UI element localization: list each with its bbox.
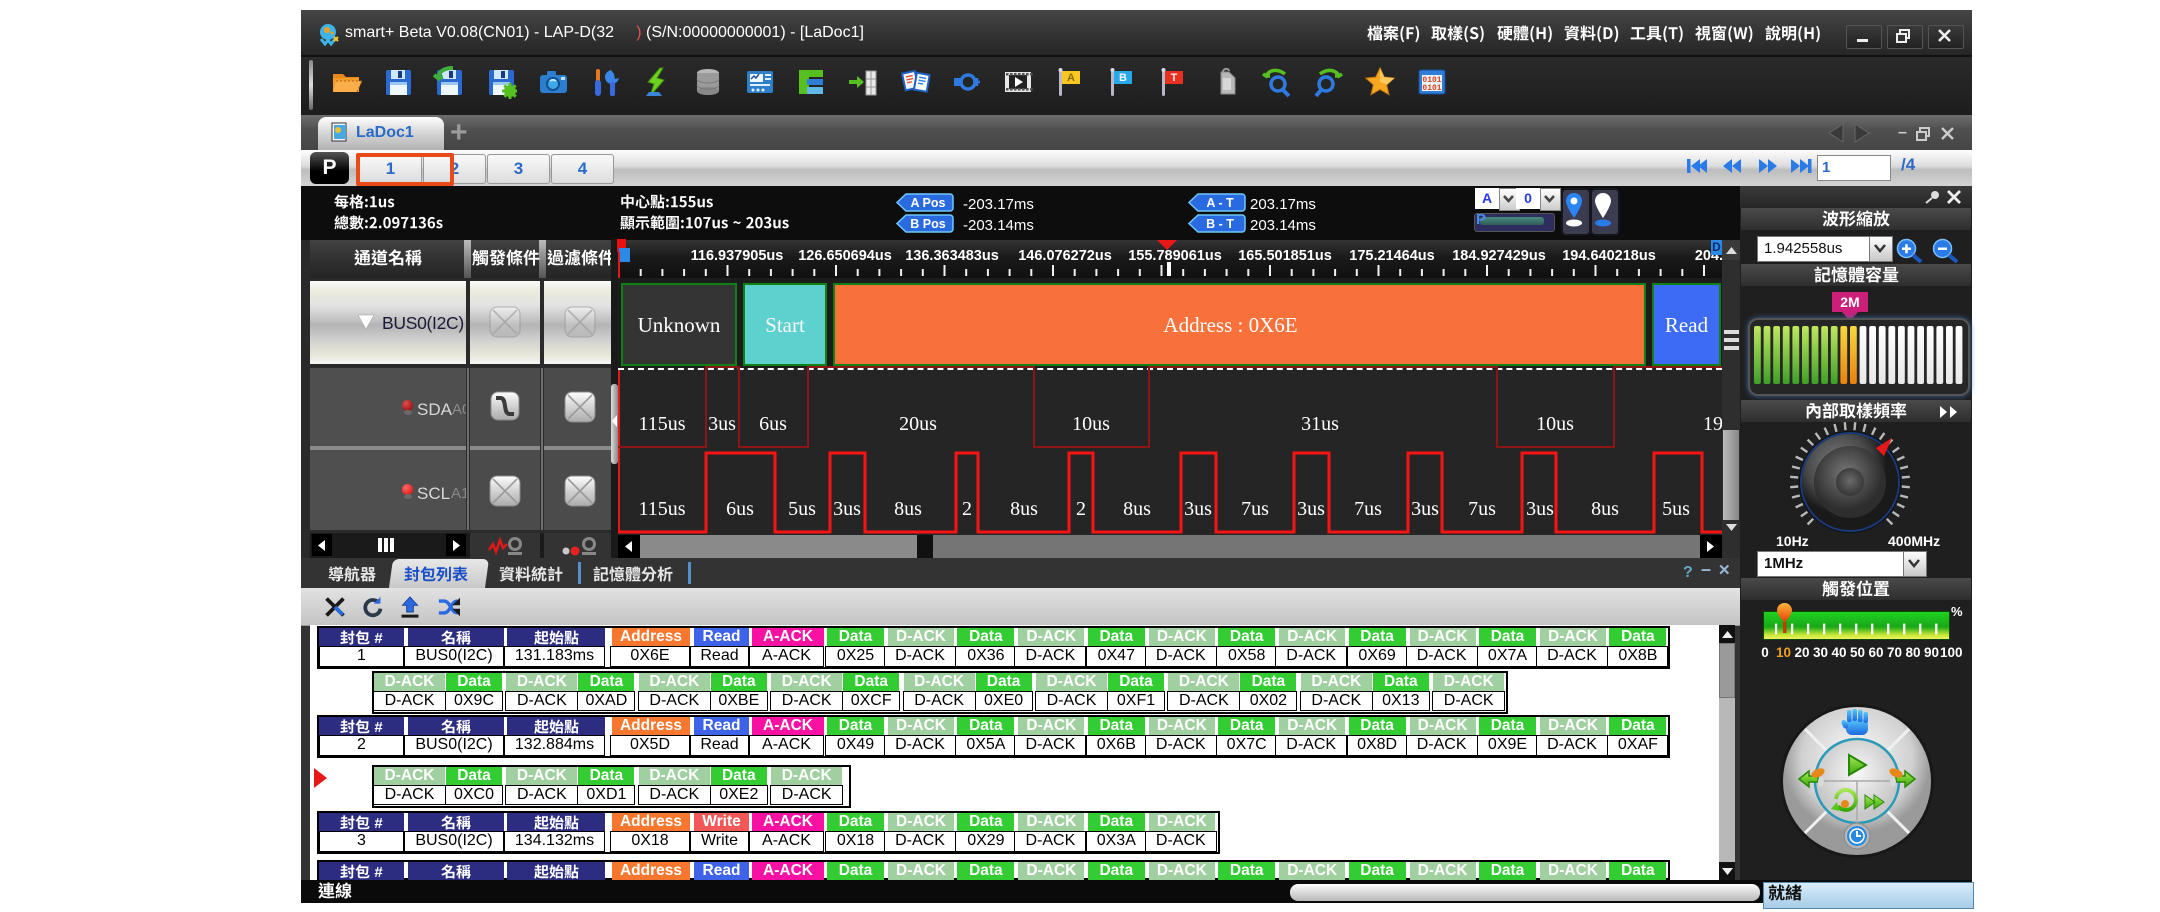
svg-text:A Pos: A Pos <box>911 196 946 210</box>
svg-text:B - T: B - T <box>1206 217 1234 231</box>
svg-text:B Pos: B Pos <box>910 217 945 231</box>
svg-text:T: T <box>1171 72 1178 84</box>
svg-text:B: B <box>1119 72 1127 84</box>
svg-text:A: A <box>1067 72 1075 84</box>
svg-text:A - T: A - T <box>1206 196 1234 210</box>
svg-text:0101: 0101 <box>1422 84 1441 93</box>
